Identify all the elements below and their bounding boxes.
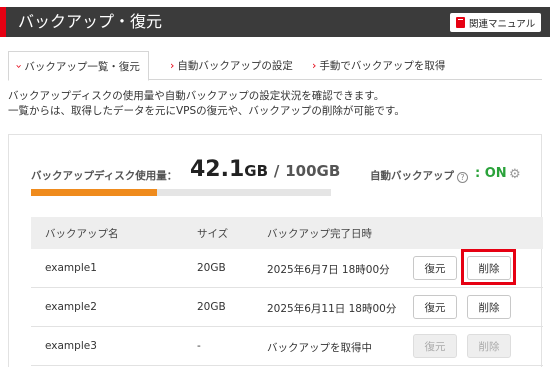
backup-name: example3 bbox=[45, 340, 97, 352]
page-title: バックアップ・復元 bbox=[18, 12, 163, 31]
backup-completed: 2025年6月7日 18時00分 bbox=[267, 264, 390, 276]
backup-size: 20GB bbox=[197, 262, 226, 274]
delete-button-highlight bbox=[461, 249, 516, 285]
description-line: バックアップディスクの使用量や自動バックアップの設定状況を確認できます。 bbox=[8, 90, 385, 102]
backup-completed: バックアップを取得中 bbox=[267, 342, 372, 354]
tab-backup-list[interactable]: › バックアップ一覧・復元 bbox=[8, 51, 149, 81]
delete-button-disabled[interactable]: 削除 bbox=[467, 334, 511, 358]
tab-manual-backup[interactable]: › 手動でバックアップを取得 bbox=[312, 51, 445, 80]
auto-backup-label-text: 自動バックアップ bbox=[370, 170, 454, 182]
table-header: バックアップ名 サイズ バックアップ完了日時 bbox=[31, 217, 543, 249]
table-row: example2 20GB 2025年6月11日 18時00分 復元 削除 bbox=[31, 288, 543, 327]
tab-auto-backup-settings[interactable]: › 自動バックアップの設定 bbox=[170, 51, 293, 80]
related-manual-label: 関連マニュアル bbox=[469, 18, 536, 30]
restore-button[interactable]: 復元 bbox=[413, 295, 457, 319]
chevron-right-icon: › bbox=[170, 59, 175, 72]
column-header-size: サイズ bbox=[197, 228, 229, 240]
backup-name: example1 bbox=[45, 262, 97, 274]
page-header: バックアップ・復元 関連マニュアル bbox=[0, 7, 550, 37]
chevron-right-icon: › bbox=[312, 59, 317, 72]
disk-usage-value: 42.1GB / 100GB bbox=[190, 157, 340, 182]
backup-size: - bbox=[197, 340, 201, 352]
backup-table: バックアップ名 サイズ バックアップ完了日時 example1 20GB 202… bbox=[31, 217, 543, 366]
column-header-name: バックアップ名 bbox=[45, 228, 119, 240]
backup-name: example2 bbox=[45, 301, 97, 313]
usage-slash: / bbox=[273, 162, 280, 180]
chevron-down-icon: › bbox=[12, 63, 26, 69]
backup-size: 20GB bbox=[197, 301, 226, 313]
restore-button[interactable]: 復元 bbox=[413, 256, 457, 280]
table-row: example3 - バックアップを取得中 復元 削除 bbox=[31, 327, 543, 366]
backup-completed: 2025年6月11日 18時00分 bbox=[267, 303, 397, 315]
tab-label: 手動でバックアップを取得 bbox=[319, 60, 446, 72]
auto-backup-status: : ON bbox=[475, 166, 507, 181]
tab-label: バックアップ一覧・復元 bbox=[24, 60, 140, 73]
column-header-completed: バックアップ完了日時 bbox=[267, 228, 372, 240]
help-icon[interactable]: ? bbox=[457, 172, 468, 183]
auto-backup-label: 自動バックアップ? bbox=[370, 168, 468, 183]
description-line: 一覧からは、取得したデータを元にVPSの復元や、バックアップの削除が可能です。 bbox=[8, 105, 405, 117]
usage-used: 42.1 bbox=[190, 157, 245, 182]
tab-label: 自動バックアップの設定 bbox=[177, 60, 293, 72]
book-icon bbox=[456, 17, 465, 28]
tab-bar: › バックアップ一覧・復元 › 自動バックアップの設定 › 手動でバックアップを… bbox=[8, 51, 542, 81]
restore-button-disabled[interactable]: 復元 bbox=[413, 334, 457, 358]
delete-button[interactable]: 削除 bbox=[467, 295, 511, 319]
disk-usage-bar bbox=[31, 189, 331, 196]
gear-icon[interactable]: ⚙ bbox=[509, 167, 521, 182]
related-manual-button[interactable]: 関連マニュアル bbox=[450, 13, 541, 32]
usage-total: 100GB bbox=[285, 162, 341, 180]
disk-usage-bar-fill bbox=[31, 189, 158, 196]
usage-unit: GB bbox=[244, 162, 269, 180]
disk-usage-label: バックアップディスク使用量： bbox=[31, 170, 178, 182]
